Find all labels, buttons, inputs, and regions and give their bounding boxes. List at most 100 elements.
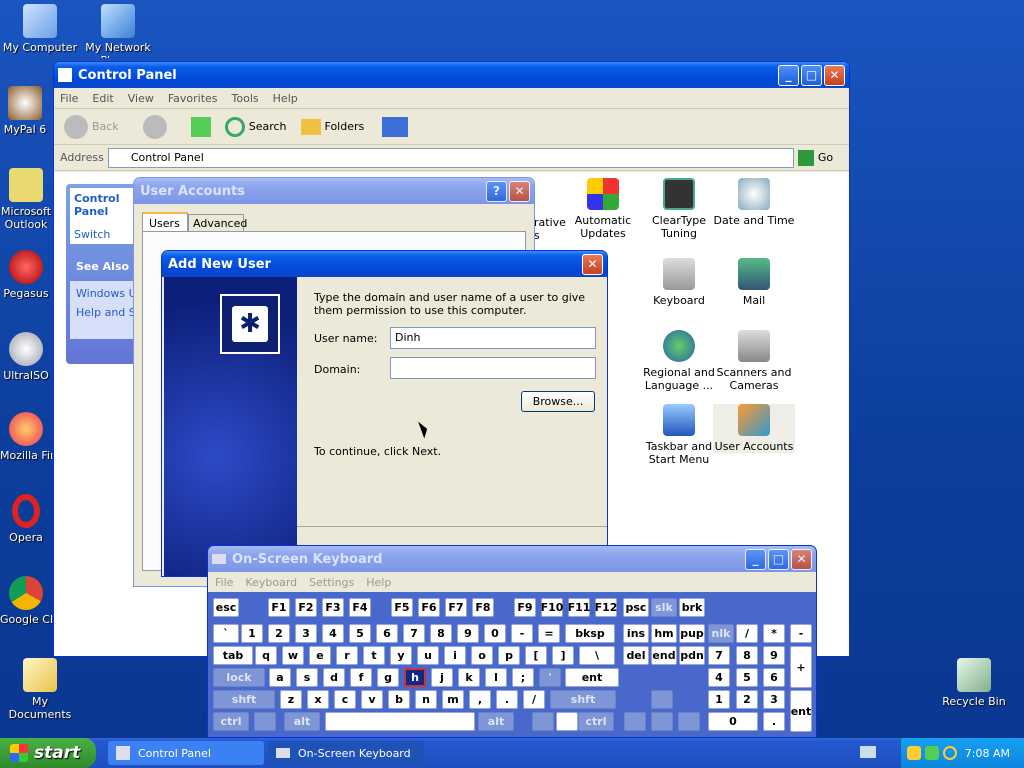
key-row-home-12[interactable]: ent xyxy=(565,668,619,687)
key-row-shift-5[interactable]: b xyxy=(388,690,410,709)
key-row-top-20[interactable]: + xyxy=(790,646,812,688)
back-button[interactable]: Back xyxy=(92,120,119,133)
taskbar-on-screen-keyboard[interactable]: On-Screen Keyboard xyxy=(268,741,424,765)
key-row-home-2[interactable]: s xyxy=(296,668,318,687)
key-row-top-3[interactable]: e xyxy=(309,646,331,665)
key-row-shift-1[interactable]: z xyxy=(280,690,302,709)
key-row-num-12[interactable]: = xyxy=(538,624,560,643)
osk-close-button[interactable]: ✕ xyxy=(791,548,812,570)
key-row-fn-6[interactable]: F6 xyxy=(418,598,440,617)
help-button[interactable]: ? xyxy=(486,180,507,202)
osk-titlebar[interactable]: On-Screen Keyboard _ □ ✕ xyxy=(208,546,816,572)
key-row-top-0[interactable]: tab xyxy=(213,646,253,665)
pegasus-icon[interactable]: Pegasus xyxy=(0,250,52,300)
key-row-num-4[interactable]: 4 xyxy=(322,624,344,643)
key-row-shift-0[interactable]: shft xyxy=(213,690,275,709)
key-row-top-16[interactable]: pdn xyxy=(679,646,705,665)
key-row-top-7[interactable]: u xyxy=(417,646,439,665)
cleartype-item[interactable]: ClearType Tuning xyxy=(638,178,720,240)
start-button[interactable]: start xyxy=(0,738,96,768)
key-row-top-19[interactable]: 9 xyxy=(763,646,785,665)
key-row-num-14[interactable]: ins xyxy=(623,624,649,643)
browse-button[interactable]: Browse... xyxy=(521,391,595,412)
menu-tools[interactable]: Tools xyxy=(232,92,259,105)
key-row-num-15[interactable]: hm xyxy=(651,624,677,643)
key-row-fn-4[interactable]: F4 xyxy=(349,598,371,617)
osk-maximize-button[interactable]: □ xyxy=(768,548,789,570)
search-tray-icon[interactable] xyxy=(942,746,957,760)
key-row-top-17[interactable]: 7 xyxy=(708,646,730,665)
key-row-home-7[interactable]: j xyxy=(431,668,453,687)
forward-icon[interactable] xyxy=(142,114,167,139)
key-row-num-20[interactable]: - xyxy=(790,624,812,643)
menu-file[interactable]: File xyxy=(60,92,78,105)
back-icon[interactable] xyxy=(64,114,88,139)
address-input[interactable]: Control Panel xyxy=(107,147,794,168)
maximize-button[interactable]: □ xyxy=(801,64,822,86)
tab-advanced[interactable]: Advanced xyxy=(188,214,247,232)
windows-key-right-icon[interactable] xyxy=(532,712,554,731)
key-row-top-2[interactable]: w xyxy=(282,646,304,665)
key-row-fn-11[interactable]: F11 xyxy=(568,598,590,617)
key-row-home-11[interactable]: ' xyxy=(539,668,561,687)
user-accounts-titlebar[interactable]: User Accounts ? ✕ xyxy=(134,178,534,204)
key-row-num-7[interactable]: 7 xyxy=(403,624,425,643)
space-bar[interactable] xyxy=(325,712,475,731)
up-folder-icon[interactable] xyxy=(190,116,211,137)
key-row-home-13[interactable]: 4 xyxy=(708,668,730,687)
key-row-top-9[interactable]: o xyxy=(471,646,493,665)
key-row-home-14[interactable]: 5 xyxy=(736,668,758,687)
key-row-num-0[interactable]: ` xyxy=(213,624,239,643)
key-row-shift-4[interactable]: v xyxy=(361,690,383,709)
key-row-home-1[interactable]: a xyxy=(269,668,291,687)
key-row-shift-13[interactable]: 2 xyxy=(736,690,758,709)
key-row-num-2[interactable]: 2 xyxy=(268,624,290,643)
key-row-top-12[interactable]: ] xyxy=(552,646,574,665)
mail-item[interactable]: Mail xyxy=(713,258,795,307)
keyboard-tray-icon[interactable] xyxy=(860,746,876,758)
chrome-icon[interactable]: Google Chrome xyxy=(0,576,52,626)
key-row-home-0[interactable]: lock xyxy=(213,668,265,687)
folders-button[interactable]: Folders xyxy=(325,120,365,133)
key-row-bottom-3[interactable]: ctrl xyxy=(578,712,614,731)
views-icon[interactable] xyxy=(382,116,409,137)
key-row-fn-12[interactable]: F12 xyxy=(595,598,617,617)
key-row-num-10[interactable]: 0 xyxy=(484,624,506,643)
username-input[interactable]: Dinh xyxy=(390,327,596,349)
key-row-top-8[interactable]: i xyxy=(444,646,466,665)
key-row-num-19[interactable]: * xyxy=(763,624,785,643)
key-row-num-13[interactable]: bksp xyxy=(565,624,615,643)
key-row-fn-14[interactable]: slk xyxy=(651,598,677,617)
key-row-top-4[interactable]: r xyxy=(336,646,358,665)
key-row-num-5[interactable]: 5 xyxy=(349,624,371,643)
control-panel-titlebar[interactable]: Control Panel _ □ ✕ xyxy=(54,62,849,88)
key-row-home-15[interactable]: 6 xyxy=(763,668,785,687)
key-row-num-3[interactable]: 3 xyxy=(295,624,317,643)
taskbar-start-menu-item[interactable]: Taskbar and Start Menu xyxy=(638,404,720,466)
go-button[interactable]: Go xyxy=(818,151,833,164)
domain-input[interactable] xyxy=(390,357,596,379)
osk-menu-keyboard[interactable]: Keyboard xyxy=(245,576,297,589)
key-row-num-1[interactable]: 1 xyxy=(241,624,263,643)
key-row-shift-10[interactable]: / xyxy=(523,690,545,709)
key-row-top-18[interactable]: 8 xyxy=(736,646,758,665)
osk-menu-settings[interactable]: Settings xyxy=(309,576,354,589)
up-arrow-icon[interactable] xyxy=(651,690,673,709)
menu-edit[interactable]: Edit xyxy=(92,92,113,105)
key-row-fn-13[interactable]: psc xyxy=(623,598,649,617)
key-row-num-17[interactable]: nlk xyxy=(708,624,734,643)
key-row-shift-2[interactable]: x xyxy=(307,690,329,709)
regional-language-item[interactable]: Regional and Language ... xyxy=(638,330,720,392)
key-row-fn-1[interactable]: F1 xyxy=(268,598,290,617)
key-row-fn-10[interactable]: F10 xyxy=(541,598,563,617)
add-user-close-button[interactable]: ✕ xyxy=(582,253,603,275)
key-row-home-10[interactable]: ; xyxy=(512,668,534,687)
key-row-num-6[interactable]: 6 xyxy=(376,624,398,643)
keyboard-item[interactable]: Keyboard xyxy=(638,258,720,307)
key-row-home-9[interactable]: l xyxy=(485,668,507,687)
left-arrow-icon[interactable] xyxy=(624,712,646,731)
automatic-updates-item[interactable]: Automatic Updates xyxy=(562,178,644,240)
add-user-titlebar[interactable]: Add New User ✕ xyxy=(162,251,607,277)
key-row-bottom-1[interactable]: alt xyxy=(284,712,320,731)
key-row-home-6[interactable]: h xyxy=(404,668,426,687)
